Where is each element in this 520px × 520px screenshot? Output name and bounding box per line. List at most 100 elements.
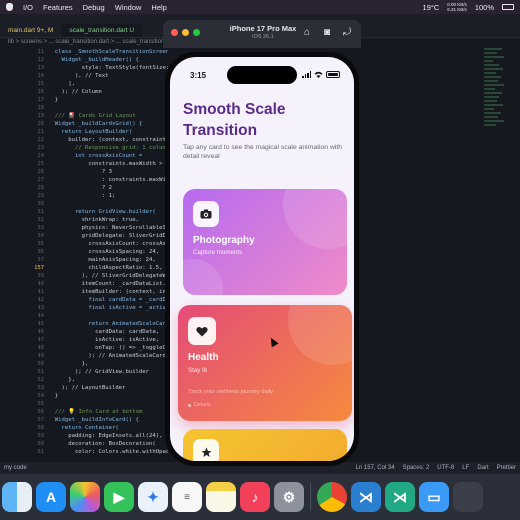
line-number: 12 [37,57,45,63]
status-language[interactable]: Dart [477,465,488,471]
card-decoration [283,189,347,249]
weather-status[interactable]: 19°C [423,3,440,12]
line-number: 34 [37,233,45,239]
code-line: ? 2 [48,185,112,191]
home-icon[interactable]: ⌂ [301,27,313,39]
line-number: 41 [37,289,45,295]
close-window-button[interactable] [171,29,178,36]
code-text[interactable]: class _SmoothScaleTransitionScreenState … [48,48,168,458]
apple-icon[interactable] [6,3,13,11]
facetime-icon[interactable]: ▶ [104,482,134,512]
camera-icon [193,201,219,227]
signal-icon [302,71,311,78]
code-line: itemCount: _cardDataList.le [48,281,168,287]
desktop: I/O Features Debug Window Help 19°C 0.00… [0,0,520,520]
line-number: 44 [37,313,45,319]
code-line: ], [48,81,75,87]
code-line: return LayoutBuilder( [48,129,133,135]
heart-icon [188,317,216,345]
line-number: 29 [37,193,45,199]
line-number: 23 [37,145,45,151]
code-line: : 1; [48,193,116,199]
battery-percent[interactable]: 100% [475,3,494,12]
code-line: ); // AnimatedScaleCard [48,353,166,359]
code-line: ), // Text [48,73,109,79]
line-number: 58 [37,425,45,431]
menu-item-features[interactable]: Features [43,3,73,12]
menu-bar: I/O Features Debug Window Help 19°C 0.00… [0,0,520,14]
notes-icon[interactable] [206,482,236,512]
code-line: mainAxisSpacing: 24, [48,257,156,263]
battery-icon[interactable] [502,4,514,10]
vscode-insiders-icon[interactable]: ⋊ [385,482,415,512]
code-line: physics: NeverScrollableScr [48,225,168,231]
line-number: 157 [34,265,44,271]
tv-icon[interactable] [453,482,483,512]
line-number: 20 [37,121,45,127]
status-left[interactable]: my code [4,465,27,471]
line-number: 35 [37,241,45,247]
line-number: 18 [37,105,45,111]
finder-icon[interactable] [2,482,32,512]
dock-divider [310,483,311,511]
menu-item-debug[interactable]: Debug [83,3,105,12]
vscode-icon[interactable]: ⋊ [351,482,381,512]
simulator-window: iPhone 17 Pro Max iOS 26.1 ⌂ ◙ ⤾ 3:15 Sm… [163,20,361,468]
dock: A ▶ ✦ ≡ ♪ ⚙ ⋊ ⋊ ▭ [0,474,520,520]
code-line: return GridView.builder( [48,209,156,215]
line-number: 30 [37,201,45,207]
status-encoding[interactable]: UTF-8 [437,465,454,471]
menu-item-window[interactable]: Window [115,3,142,12]
code-line: }, [48,377,75,383]
card-description: Track your wellness journey daily [188,389,274,395]
card-third[interactable] [183,429,347,461]
iphone-screen: 3:15 Smooth Scale Transition Tap any car… [170,57,354,461]
code-line: color: Colors.white.withOpacity( [74,449,168,455]
simulator-title-bar[interactable]: iPhone 17 Pro Max iOS 26.1 ⌂ ◙ ⤾ [163,20,361,48]
code-line: itemBuilder: (context, index [48,289,168,295]
line-number: 40 [37,281,45,287]
code-line: gridDelegate: SliverGridDele [48,233,168,239]
minimize-window-button[interactable] [182,29,189,36]
code-line: } [48,97,59,103]
line-number: 25 [37,161,45,167]
card-health[interactable]: Health Stay fit Track your wellness jour… [178,305,352,421]
line-number: 26 [37,169,45,175]
card-photography[interactable]: Photography Capture moments [183,189,347,295]
photos-icon[interactable] [70,482,100,512]
line-number: 19 [37,113,45,119]
network-status[interactable]: 0.00 KB/s 6.31 KB/s [447,2,467,12]
simulator-icon[interactable]: ▭ [419,482,449,512]
code-line: ); // LayoutBuilder [48,385,126,391]
status-cursor-position[interactable]: Ln 157, Col 34 [356,465,395,471]
zoom-window-button[interactable] [193,29,200,36]
minimap[interactable] [484,48,506,408]
line-number: 31 [37,209,45,215]
code-line: constraints.maxWidth > 90 [48,161,168,167]
line-number: 36 [37,249,45,255]
reminders-icon[interactable]: ≡ [172,482,202,512]
chrome-icon[interactable] [317,482,347,512]
code-line: builder: (context, constraints) [48,137,168,143]
tab-main-dart[interactable]: main.dart 9+, M [0,24,61,37]
safari-icon[interactable]: ✦ [138,482,168,512]
tab-scale-transition[interactable]: scale_transition.dart U [61,24,143,37]
system-settings-icon[interactable]: ⚙ [274,482,304,512]
line-number: 61 [37,449,45,455]
music-icon[interactable]: ♪ [240,482,270,512]
status-formatter[interactable]: Prettier [497,465,516,471]
code-line: padding: EdgeInsets.all(24), [48,433,163,439]
status-indentation[interactable]: Spaces: 2 [403,465,430,471]
app-store-icon[interactable]: A [36,482,66,512]
menu-item-help[interactable]: Help [151,3,166,12]
status-line-ending[interactable]: LF [462,465,469,471]
line-number: 60 [37,441,45,447]
line-number: 52 [37,377,45,383]
code-line: int crossAxisCount = [48,153,143,159]
code-line: /// 🎴 Cards Grid Layout [48,113,136,119]
line-number: 43 [37,305,45,311]
rotate-icon[interactable]: ⤾ [341,27,353,39]
breadcrumb[interactable]: lib > screens > ... scale_transition.dar… [8,39,166,45]
screenshot-icon[interactable]: ◙ [321,27,333,39]
menu-item-io[interactable]: I/O [23,3,33,12]
